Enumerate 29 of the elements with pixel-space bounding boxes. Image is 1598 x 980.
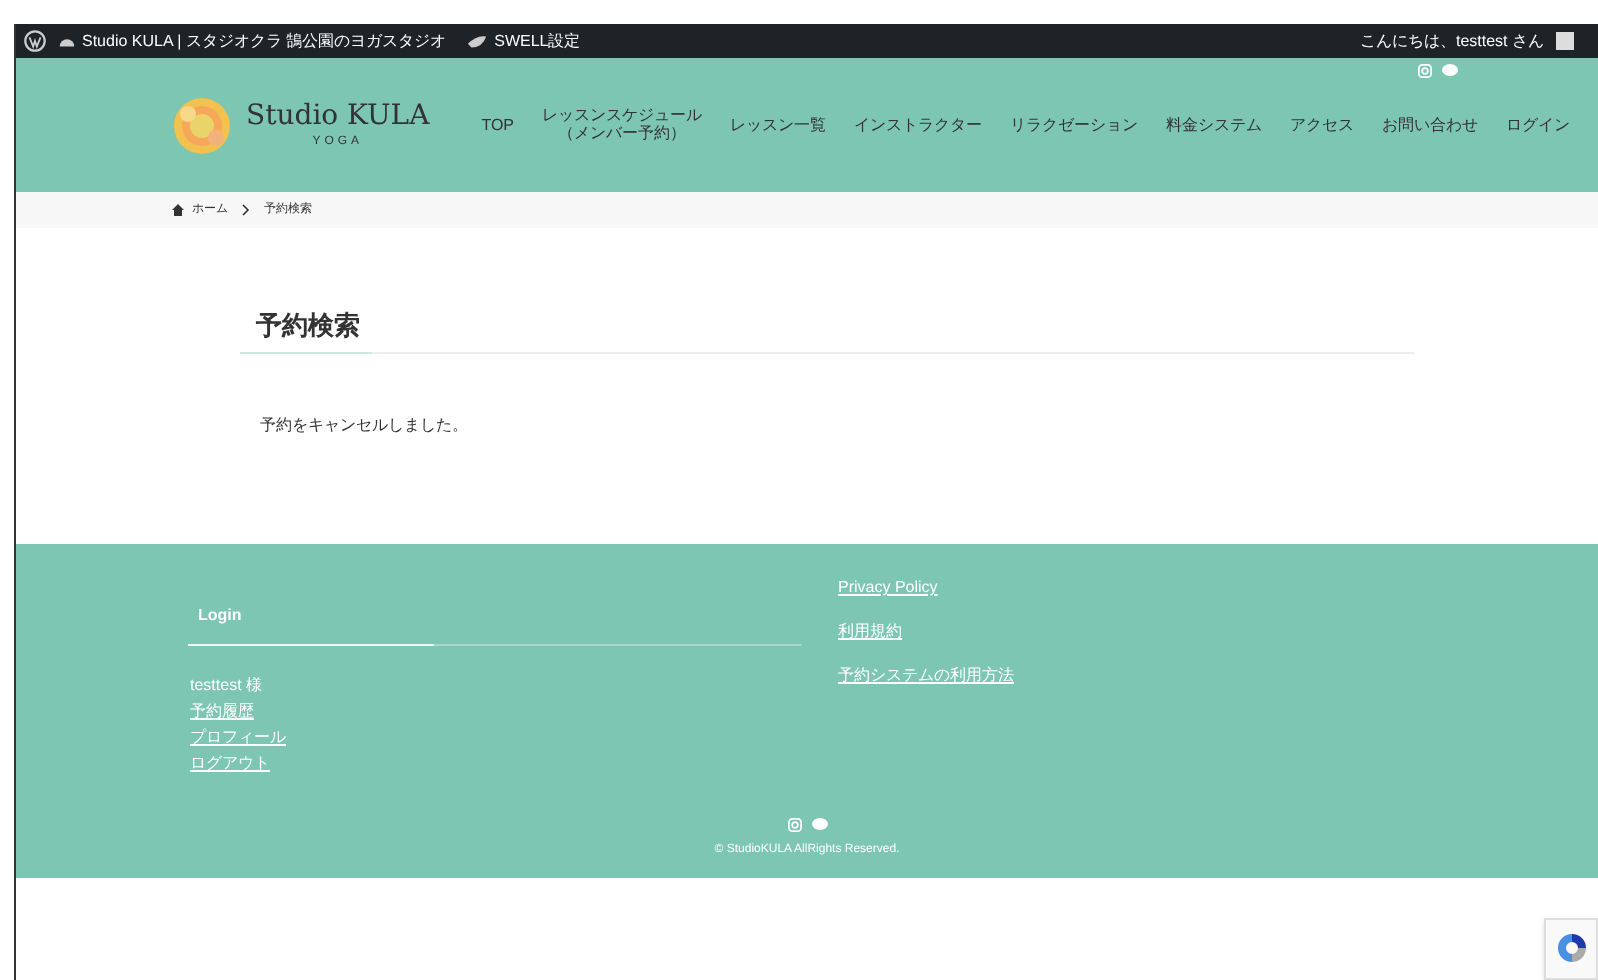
recaptcha-icon: [1555, 932, 1587, 964]
home-icon: [172, 204, 184, 216]
avatar-icon[interactable]: [1556, 32, 1574, 50]
nav-link[interactable]: リラクゼーション: [1010, 113, 1139, 137]
nav-link[interactable]: インストラクター: [854, 113, 983, 137]
nav-link[interactable]: アクセス: [1290, 113, 1355, 137]
captcha-badge[interactable]: [1544, 918, 1598, 980]
nav-link[interactable]: お問い合わせ: [1382, 113, 1479, 137]
logo-text[interactable]: Studio KULA: [246, 102, 430, 130]
mandala-logo-icon[interactable]: [172, 95, 232, 155]
instagram-icon[interactable]: [1418, 64, 1432, 78]
nav-link[interactable]: レッスンスケジュール: [542, 108, 703, 125]
widget-title: Login: [196, 606, 242, 624]
page-title: 予約検索: [254, 308, 362, 344]
user-greeting[interactable]: こんにちは、testtest さん: [1359, 29, 1544, 53]
instagram-icon[interactable]: [787, 818, 801, 832]
chat-bubble-icon[interactable]: [1442, 64, 1458, 78]
chevron-icon: [242, 204, 250, 216]
nav-link[interactable]: ログイン: [1506, 113, 1571, 137]
user-name: testtest 様: [188, 674, 265, 698]
site-name-link[interactable]: Studio KULA | スタジオクラ 鵠公園のヨガスタジオ: [82, 29, 447, 53]
nav-link[interactable]: 料金システム: [1166, 113, 1263, 137]
nav-link[interactable]: （メンバー予約）: [558, 125, 687, 142]
nav-link[interactable]: レッスン一覧: [730, 113, 827, 137]
swell-settings-link[interactable]: SWELL設定: [494, 29, 581, 53]
status-message: 予約をキャンセルしました。: [258, 413, 470, 437]
wordpress-icon[interactable]: [24, 30, 46, 52]
nav-link[interactable]: TOP: [481, 113, 515, 137]
chat-bubble-icon[interactable]: [811, 818, 827, 832]
